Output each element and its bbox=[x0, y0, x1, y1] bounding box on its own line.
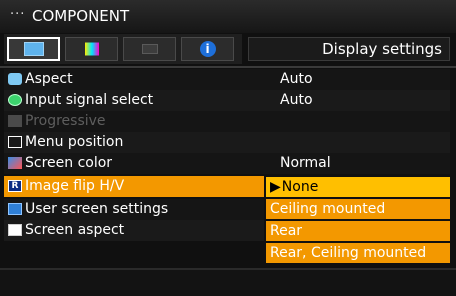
current-marker-icon: ▶ bbox=[270, 179, 281, 195]
option-label: Ceiling mounted bbox=[270, 201, 386, 217]
option-label: Rear, Ceiling mounted bbox=[270, 245, 427, 261]
projector-osd: ··· COMPONENT i Display settings Aspect … bbox=[0, 0, 456, 296]
menu-item-aspect[interactable]: Aspect Auto bbox=[4, 69, 450, 90]
info-icon: i bbox=[199, 41, 216, 57]
menu-position-icon bbox=[8, 136, 22, 148]
menu-item-value: Normal bbox=[280, 155, 331, 171]
menu-item-screen-aspect[interactable]: Screen aspect bbox=[4, 220, 264, 241]
progressive-icon bbox=[8, 115, 22, 127]
header-divider bbox=[0, 66, 456, 68]
screen-aspect-icon bbox=[8, 224, 22, 236]
picture-adjust-tab[interactable] bbox=[65, 37, 118, 61]
menu-item-progressive: Progressive bbox=[4, 111, 450, 132]
menu-item-user-screen-settings[interactable]: User screen settings bbox=[4, 199, 264, 220]
menu-item-label: Screen aspect bbox=[25, 222, 125, 238]
display-icon bbox=[23, 42, 44, 56]
panel-title: Display settings bbox=[248, 37, 450, 61]
menu-item-label: Menu position bbox=[25, 134, 124, 150]
menu-item-image-flip[interactable]: R Image flip H/V bbox=[4, 176, 264, 197]
menu-item-value: Auto bbox=[280, 92, 313, 108]
menu-item-input-signal-select[interactable]: Input signal select Auto bbox=[4, 90, 450, 111]
menu-item-label: Aspect bbox=[25, 71, 73, 87]
source-title: COMPONENT bbox=[32, 7, 130, 25]
menu-item-label: Image flip H/V bbox=[25, 178, 125, 194]
image-flip-options: ▶None Ceiling mounted Rear Rear, Ceiling… bbox=[266, 177, 450, 265]
menu-item-screen-color[interactable]: Screen color Normal bbox=[4, 153, 450, 174]
source-header: ··· COMPONENT bbox=[0, 0, 456, 33]
menu-item-label: Screen color bbox=[25, 155, 113, 171]
image-flip-icon: R bbox=[8, 180, 22, 192]
menu-item-label: User screen settings bbox=[25, 201, 169, 217]
color-bars-icon bbox=[84, 42, 99, 56]
option-label: None bbox=[281, 179, 319, 195]
option-ceiling-mounted[interactable]: Ceiling mounted bbox=[266, 199, 450, 219]
input-signal-icon bbox=[8, 94, 22, 106]
setup-icon bbox=[141, 44, 158, 54]
aspect-icon bbox=[8, 73, 22, 85]
menu-item-value: Auto bbox=[280, 71, 313, 87]
menu-item-menu-position[interactable]: Menu position bbox=[4, 132, 450, 153]
option-none[interactable]: ▶None bbox=[266, 177, 450, 197]
option-rear-ceiling-mounted[interactable]: Rear, Ceiling mounted bbox=[266, 243, 450, 263]
menu-item-label: Progressive bbox=[25, 113, 106, 129]
menu-item-label: Input signal select bbox=[25, 92, 154, 108]
display-settings-tab[interactable] bbox=[7, 37, 60, 61]
option-label: Rear bbox=[270, 223, 303, 239]
setup-tab[interactable] bbox=[123, 37, 176, 61]
menu-tabs: i bbox=[4, 34, 242, 64]
option-rear[interactable]: Rear bbox=[266, 221, 450, 241]
osd-footer bbox=[0, 268, 456, 296]
info-tab[interactable]: i bbox=[181, 37, 234, 61]
user-screen-icon bbox=[8, 203, 22, 215]
screen-color-icon bbox=[8, 157, 22, 169]
source-dots-icon: ··· bbox=[10, 7, 26, 22]
